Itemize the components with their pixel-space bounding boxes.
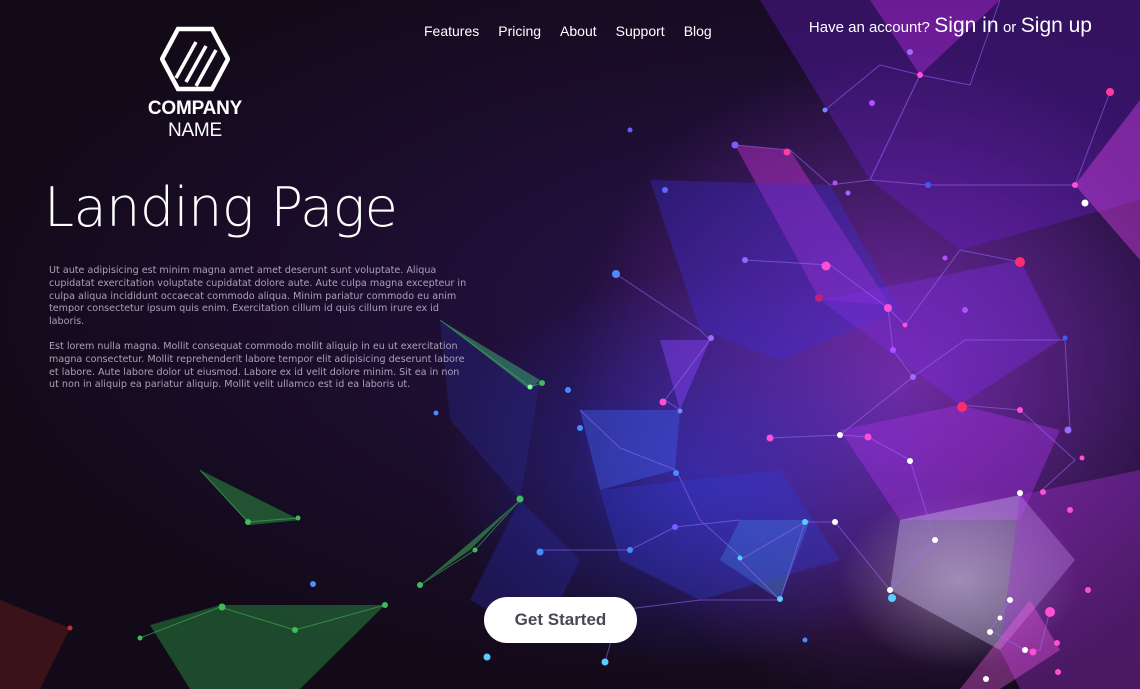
account-links: Have an account? Sign in or Sign up <box>809 14 1092 38</box>
get-started-button[interactable]: Get Started <box>484 597 637 643</box>
nav-item-pricing[interactable]: Pricing <box>498 23 541 39</box>
hero-paragraph-2: Est lorem nulla magna. Mollit consequat … <box>49 341 465 391</box>
company-logo[interactable]: COMPANY NAME <box>120 26 270 142</box>
account-prompt: Have an account? <box>808 19 930 36</box>
landing-page: COMPANY NAME Features Pricing About Supp… <box>0 0 1140 689</box>
or-text: or <box>1002 19 1017 36</box>
hexagon-slash-icon <box>160 26 230 92</box>
company-name: COMPANY NAME <box>120 98 270 142</box>
sign-in-link[interactable]: Sign in <box>934 14 998 37</box>
page-title: Landing Page <box>44 176 398 239</box>
sign-up-link[interactable]: Sign up <box>1021 14 1092 37</box>
company-name-light: NAME <box>167 120 223 141</box>
top-nav: Features Pricing About Support Blog <box>424 23 712 39</box>
nav-item-about[interactable]: About <box>560 23 597 39</box>
nav-item-features[interactable]: Features <box>424 23 479 39</box>
nav-item-support[interactable]: Support <box>616 23 665 39</box>
nav-item-blog[interactable]: Blog <box>684 23 712 39</box>
hero-paragraph-1: Ut aute adipisicing est minim magna amet… <box>49 265 467 328</box>
company-name-bold: COMPANY <box>147 98 243 119</box>
